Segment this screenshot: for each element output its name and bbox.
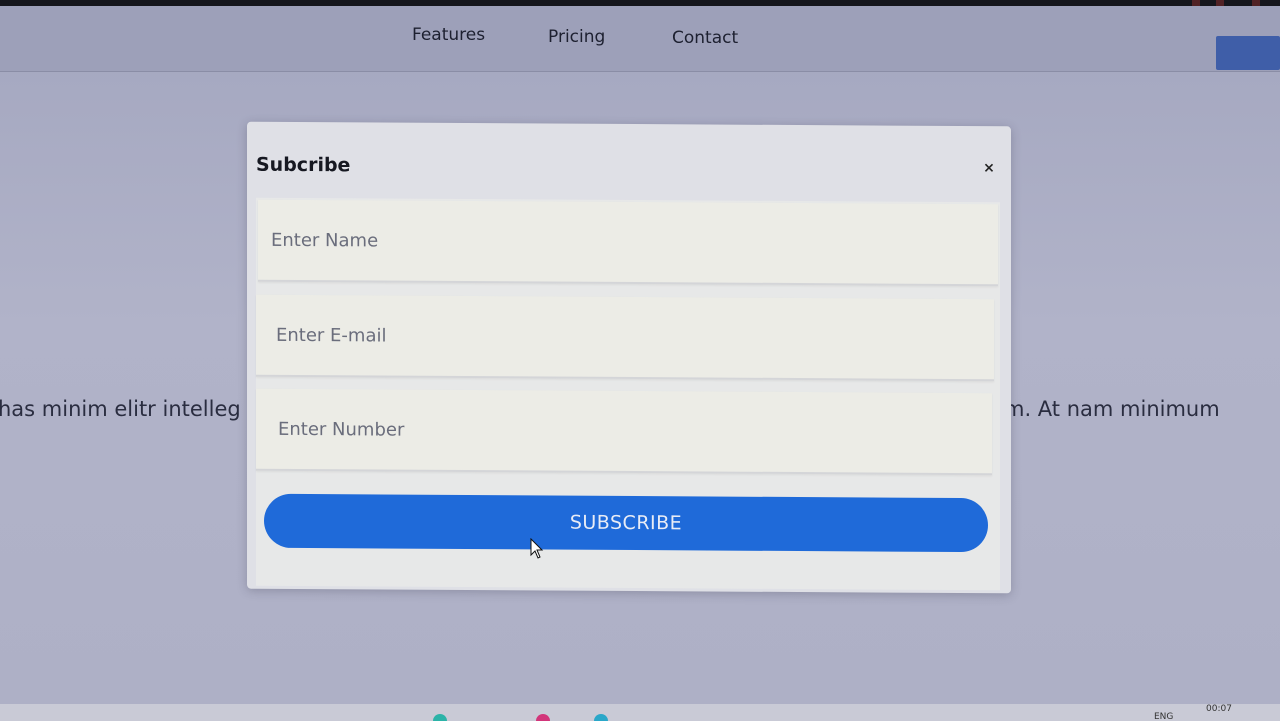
number-input[interactable]: [256, 388, 992, 474]
nav-link-contact[interactable]: Contact: [672, 28, 738, 48]
name-input[interactable]: [258, 199, 998, 285]
number-field: [256, 388, 992, 476]
subscribe-button[interactable]: SUBSCRIBE: [264, 493, 988, 553]
mouse-pointer-icon: [530, 538, 544, 559]
nav-link-pricing[interactable]: Pricing: [548, 27, 605, 47]
name-field: [258, 199, 998, 287]
email-input[interactable]: [256, 294, 994, 380]
taskbar: ENG 00:07: [0, 704, 1280, 721]
clock[interactable]: 00:07: [1206, 704, 1232, 714]
navbar: Features Pricing Contact: [0, 6, 1280, 72]
screen: Features Pricing Contact has minim elitr…: [0, 0, 1280, 721]
nav-link-features[interactable]: Features: [412, 25, 485, 45]
background-paragraph-left: has minim elitr intelleg: [0, 397, 241, 421]
email-field: [256, 294, 994, 382]
subscribe-modal: Subcribe × SUBSCRIBE: [247, 121, 1011, 594]
taskbar-app-icon[interactable]: [594, 714, 608, 721]
close-icon[interactable]: ×: [981, 160, 997, 176]
background-paragraph-right: m. At nam minimum: [1004, 397, 1220, 421]
language-indicator[interactable]: ENG: [1154, 712, 1173, 721]
modal-title: Subcribe: [256, 153, 351, 177]
taskbar-app-icon[interactable]: [433, 714, 447, 721]
taskbar-app-icon[interactable]: [536, 714, 550, 721]
modal-body: SUBSCRIBE: [256, 197, 1000, 591]
nav-cta-button[interactable]: [1216, 36, 1280, 70]
